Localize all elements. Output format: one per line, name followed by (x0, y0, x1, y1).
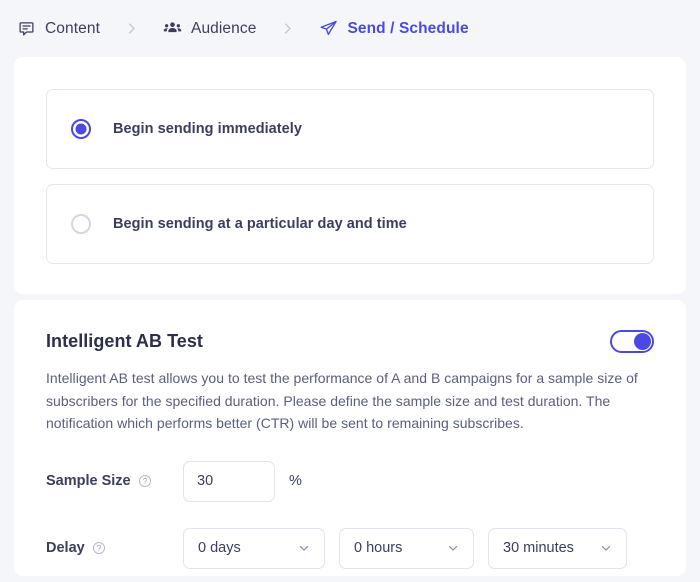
radio-label-send-immediately: Begin sending immediately (113, 121, 302, 137)
delay-label-group: Delay (46, 540, 183, 556)
sample-size-label-group: Sample Size (46, 473, 183, 489)
paper-plane-icon (318, 19, 338, 39)
breadcrumb-label-send-schedule: Send / Schedule (347, 19, 469, 37)
ab-test-header: Intelligent AB Test (46, 330, 654, 353)
question-circle-icon[interactable] (138, 474, 152, 488)
schedule-options-card: Begin sending immediately Begin sending … (14, 57, 686, 294)
delay-minutes-select[interactable]: 30 minutes (488, 527, 627, 569)
people-group-icon (162, 19, 182, 39)
question-circle-icon[interactable] (92, 541, 106, 555)
delay-days-select[interactable]: 0 days (183, 527, 325, 569)
breadcrumb-label-audience: Audience (191, 19, 257, 37)
chevron-down-icon (297, 541, 311, 555)
radio-option-send-immediately[interactable]: Begin sending immediately (46, 89, 654, 169)
chevron-down-icon (599, 541, 613, 555)
breadcrumb-step-audience[interactable]: Audience (162, 19, 256, 39)
radio-option-send-scheduled[interactable]: Begin sending at a particular day and ti… (46, 184, 654, 264)
chevron-down-icon (446, 541, 460, 555)
delay-days-value: 0 days (198, 540, 241, 556)
ab-test-title: Intelligent AB Test (46, 331, 203, 351)
ab-test-description: Intelligent AB test allows you to test t… (46, 370, 638, 431)
breadcrumb-step-send-schedule[interactable]: Send / Schedule (318, 19, 469, 39)
message-bubble-icon (16, 19, 36, 39)
breadcrumb: Content Audience Send / Schedule (0, 0, 700, 57)
sample-size-input[interactable] (183, 460, 275, 502)
breadcrumb-label-content: Content (45, 19, 100, 37)
delay-hours-value: 0 hours (354, 540, 403, 556)
radio-button-send-scheduled[interactable] (71, 214, 91, 234)
sample-size-row: Sample Size % (46, 460, 654, 502)
toggle-knob (634, 333, 651, 350)
delay-minutes-value: 30 minutes (503, 540, 574, 556)
ab-test-toggle[interactable] (610, 330, 654, 353)
delay-hours-select[interactable]: 0 hours (339, 527, 474, 569)
breadcrumb-separator-2 (256, 21, 318, 36)
radio-label-send-scheduled: Begin sending at a particular day and ti… (113, 216, 407, 232)
breadcrumb-separator-1 (100, 21, 162, 36)
delay-row: Delay 0 days 0 hours 30 minutes (46, 527, 654, 569)
breadcrumb-step-content[interactable]: Content (16, 19, 100, 39)
radio-button-send-immediately[interactable] (71, 119, 91, 139)
sample-size-label: Sample Size (46, 473, 131, 489)
delay-label: Delay (46, 540, 85, 556)
intelligent-ab-test-card: Intelligent AB Test Intelligent AB test … (14, 300, 686, 576)
sample-size-unit: % (289, 473, 302, 489)
